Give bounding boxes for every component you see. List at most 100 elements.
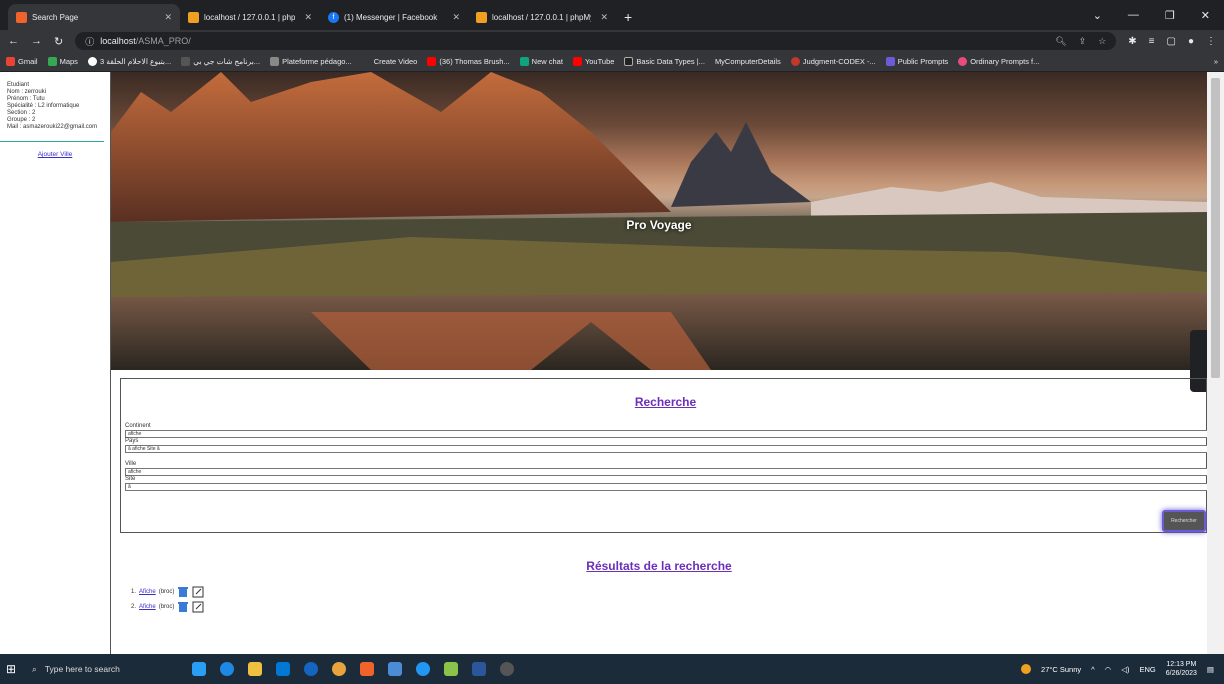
reload-icon[interactable]: ↻ <box>54 35 63 48</box>
bookmark-10[interactable]: MyComputerDetails <box>715 57 781 66</box>
store-icon[interactable] <box>276 662 290 676</box>
menu-icon[interactable]: ⋮ <box>1206 36 1216 47</box>
app-icon[interactable] <box>416 662 430 676</box>
prompts-icon <box>885 57 895 66</box>
chat-icon <box>519 57 529 66</box>
bookmark-13[interactable]: Ordinary Prompts f... <box>958 57 1039 66</box>
bookmark-11[interactable]: Judgment-CODEX -... <box>790 57 876 66</box>
vertical-scrollbar[interactable] <box>1207 72 1224 654</box>
bookmark-12[interactable]: Public Prompts <box>885 57 948 66</box>
close-icon[interactable]: ✕ <box>164 12 172 23</box>
bookmark-9[interactable]: Basic Data Types |... <box>624 57 705 66</box>
tab-messenger[interactable]: f (1) Messenger | Facebook ✕ <box>320 4 468 30</box>
bookmark-maps[interactable]: Maps <box>47 57 78 66</box>
file-explorer-icon[interactable] <box>248 662 262 676</box>
search-icon: ⌕ <box>32 663 37 674</box>
phpmyadmin-icon <box>476 11 487 23</box>
more-bookmarks-icon[interactable]: » <box>1214 57 1218 66</box>
student-prenom: Prénom : Tutu <box>7 96 45 102</box>
close-window-icon[interactable]: ✕ <box>1201 9 1210 22</box>
bookmark-2[interactable]: بتبوع الاحلام الحلقة 3... <box>87 57 171 66</box>
info-icon[interactable]: ⓘ <box>85 35 94 48</box>
app-icon[interactable] <box>304 662 318 676</box>
search-button[interactable]: Rechercher <box>1162 510 1206 532</box>
result-link[interactable]: Afiche <box>139 604 156 610</box>
taskbar-search[interactable]: ⌕ Type here to search <box>22 654 152 684</box>
add-city-link[interactable]: Ajouter Ville <box>0 151 110 158</box>
minimize-icon[interactable]: — <box>1128 9 1139 21</box>
browser-tab-bar: Search Page ✕ localhost / 127.0.0.1 | ph… <box>0 0 1224 30</box>
bookmark-6[interactable]: (36) Thomas Brush... <box>427 57 510 66</box>
result-link[interactable]: Afiche <box>139 589 156 595</box>
scrollbar-thumb[interactable] <box>1211 78 1220 378</box>
task-view-icon[interactable] <box>192 662 206 676</box>
network-icon[interactable]: ◠ <box>1105 665 1112 674</box>
student-groupe: Groupe : 2 <box>7 117 36 123</box>
close-icon[interactable]: ✕ <box>452 12 460 23</box>
share-icon[interactable]: ⇪ <box>1079 36 1087 47</box>
app-icon[interactable] <box>360 662 374 676</box>
forward-icon[interactable]: → <box>31 35 42 47</box>
app-icon[interactable] <box>444 662 458 676</box>
tray-chevron-icon[interactable]: ^ <box>1091 665 1095 674</box>
site-input[interactable]: â <box>125 483 1208 491</box>
tab-title: (1) Messenger | Facebook <box>344 12 438 22</box>
bookmark-3[interactable]: برنامج شات جي بي... <box>181 57 260 66</box>
bookmark-gmail[interactable]: Gmail <box>6 57 38 66</box>
form-title: Recherche <box>634 395 697 409</box>
bookmark-7[interactable]: New chat <box>519 57 563 66</box>
student-section: Section : 2 <box>7 110 36 116</box>
back-icon[interactable]: ← <box>8 35 19 47</box>
bookmark-4[interactable]: Plateforme pédago... <box>270 57 352 66</box>
close-icon[interactable]: ✕ <box>600 12 608 23</box>
student-mail: Mail : asmazerouki22@gmail.com <box>7 124 98 130</box>
profile-avatar[interactable]: ● <box>1188 36 1194 47</box>
list-item: 2. Afiche (broc) <box>131 599 204 614</box>
new-tab-button[interactable]: + <box>616 4 640 30</box>
chrome-icon[interactable] <box>332 662 346 676</box>
windows-taskbar: ⊞ ⌕ Type here to search 27°C Sunny ^ ◠ ◁… <box>0 654 1224 684</box>
windows-start-icon[interactable]: ⊞ <box>0 662 22 676</box>
address-bar[interactable]: ⓘ localhost/ASMA_PRO/ 🔍︎ ⇪ ☆ <box>75 32 1117 50</box>
extensions-icon[interactable]: ✱ <box>1128 36 1136 47</box>
results-header: Résultats de la recherche <box>111 559 1207 573</box>
bookmark-8[interactable]: YouTube <box>572 57 614 66</box>
app-icon[interactable] <box>388 662 402 676</box>
continent-input[interactable]: afiche <box>125 430 1208 438</box>
student-nom: Nom : zerrouki <box>7 89 47 95</box>
tab-phpmyadmin-2[interactable]: localhost / 127.0.0.1 | phpMyAdm ✕ <box>468 4 616 30</box>
bookmarks-bar: Gmail Maps بتبوع الاحلام الحلقة 3... برن… <box>0 52 1224 72</box>
gmail-icon <box>6 57 15 66</box>
search-form: Recherche Continent afiche Pays â afiche… <box>120 378 1208 533</box>
pays-input[interactable]: â afiche Site â <box>125 445 1208 453</box>
notification-icon[interactable]: ▤ <box>1207 665 1214 674</box>
close-icon[interactable]: ✕ <box>304 12 312 23</box>
tab-search-page[interactable]: Search Page ✕ <box>8 4 180 30</box>
edit-icon[interactable] <box>192 586 204 598</box>
bookmark-5[interactable]: Create Video <box>361 57 417 66</box>
student-info-sidebar: Etudiant Nom : zerrouki Prénom : Tutu Sp… <box>0 72 111 654</box>
tab-search-chevron-icon[interactable]: ⌄ <box>1093 9 1102 22</box>
youtube-icon <box>427 57 437 66</box>
clock[interactable]: 12:13 PM 6/26/2023 <box>1166 660 1197 678</box>
ville-input[interactable]: afiche <box>125 468 1208 476</box>
bookmark-star-icon[interactable]: ☆ <box>1098 36 1106 47</box>
app-icon[interactable] <box>500 662 514 676</box>
weather-icon[interactable] <box>1021 664 1032 674</box>
language-indicator[interactable]: ENG <box>1139 665 1155 674</box>
volume-icon[interactable]: ◁) <box>1121 665 1129 674</box>
playlist-icon[interactable]: ≡ <box>1149 36 1155 47</box>
tab-phpmyadmin-1[interactable]: localhost / 127.0.0.1 | phpMyAdm ✕ <box>180 4 320 30</box>
sidepanel-icon[interactable]: ▢ <box>1167 36 1176 47</box>
delete-icon[interactable] <box>177 601 189 613</box>
video-icon <box>361 57 371 66</box>
maximize-icon[interactable]: ❐ <box>1165 9 1175 22</box>
student-specialite: Spécialité : L2 informatique <box>7 103 80 109</box>
page-content: Etudiant Nom : zerrouki Prénom : Tutu Sp… <box>0 72 1224 654</box>
delete-icon[interactable] <box>177 586 189 598</box>
edit-icon[interactable] <box>192 601 204 613</box>
weather-text[interactable]: 27°C Sunny <box>1041 665 1081 674</box>
word-icon[interactable] <box>472 662 486 676</box>
edge-icon[interactable] <box>220 662 234 676</box>
zoom-icon[interactable]: 🔍︎ <box>1055 36 1066 47</box>
